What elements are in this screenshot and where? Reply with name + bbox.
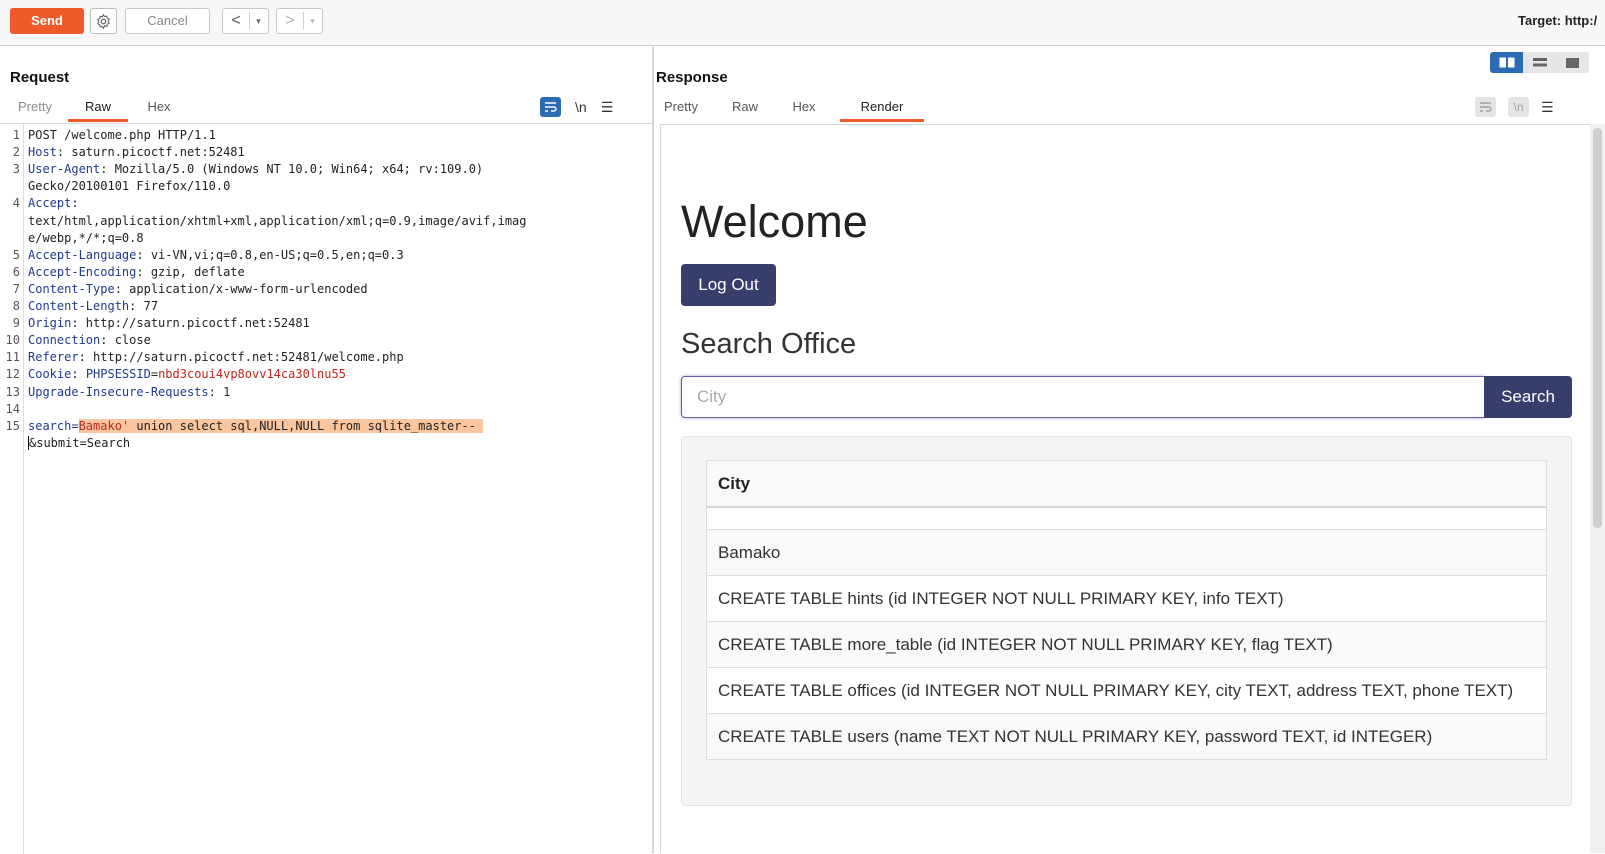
request-line: search=Bamako' union select sql,NULL,NUL… xyxy=(28,418,484,433)
text-cursor xyxy=(28,436,29,451)
request-title: Request xyxy=(10,69,70,86)
request-line: POST /welcome.php HTTP/1.1 xyxy=(28,128,216,142)
back-history-dropdown-icon[interactable]: ▾ xyxy=(249,12,267,30)
line-number: 3 xyxy=(12,162,20,177)
line-number: 11 xyxy=(5,350,20,365)
show-newlines-icon[interactable]: \n xyxy=(1508,97,1529,117)
city-search-input[interactable]: City xyxy=(681,376,1485,418)
response-tab-raw[interactable]: Raw xyxy=(722,97,768,122)
request-line: &submit=Search xyxy=(28,435,131,451)
render-scrollbar[interactable] xyxy=(1590,124,1605,853)
line-number: 4 xyxy=(12,196,20,211)
top-toolbar: Send Cancel < ▾ > ▾ Target: http:/ xyxy=(0,0,1605,46)
request-line: User-Agent: Mozilla/5.0 (Windows NT 10.0… xyxy=(28,162,484,177)
table-row xyxy=(706,508,1547,530)
response-title: Response xyxy=(656,69,728,86)
request-line: Gecko/20100101 Firefox/110.0 xyxy=(28,179,231,194)
line-number: 1 xyxy=(12,128,20,142)
request-line: Origin: http://saturn.picoctf.net:52481 xyxy=(28,316,310,331)
request-pane: Request Pretty Raw Hex \n ☰ 1 2 3 4 5 6 7 8 9 10 1… xyxy=(0,47,654,854)
response-tabs: Pretty Raw Hex Render xyxy=(656,97,924,122)
layout-toggle xyxy=(1490,52,1589,73)
request-view-icons: \n ☰ xyxy=(540,97,613,117)
request-line: Host: saturn.picoctf.net:52481 xyxy=(28,145,245,160)
history-back-group: < ▾ xyxy=(222,8,269,34)
request-line: Content-Length: 77 xyxy=(28,299,159,313)
line-number-gutter: 1 2 3 4 5 6 7 8 9 10 11 12 13 14 15 xyxy=(0,124,24,854)
request-tab-hex[interactable]: Hex xyxy=(136,97,182,122)
request-line: Accept: xyxy=(28,196,86,211)
request-menu-icon[interactable]: ☰ xyxy=(601,99,614,116)
request-line: Cookie: PHPSESSID=nbd3coui4vp8ovv14ca30l… xyxy=(28,367,346,382)
response-tab-pretty[interactable]: Pretty xyxy=(656,97,706,122)
request-editor[interactable]: 1 2 3 4 5 6 7 8 9 10 11 12 13 14 15 POST /welcome.php … xyxy=(0,123,652,854)
gear-icon xyxy=(97,13,110,29)
forward-history-dropdown-icon[interactable]: ▾ xyxy=(303,12,321,30)
table-row: CREATE TABLE offices (id INTEGER NOT NUL… xyxy=(706,668,1547,714)
line-number: 9 xyxy=(12,316,20,331)
line-number: 6 xyxy=(12,264,20,279)
request-line: text/html,application/xhtml+xml,applicat… xyxy=(28,213,527,228)
request-line: Accept-Language: vi-VN,vi;q=0.8,en-US;q=… xyxy=(28,247,404,262)
logout-button[interactable]: Log Out xyxy=(681,264,776,306)
table-row: CREATE TABLE hints (id INTEGER NOT NULL … xyxy=(706,576,1547,622)
line-number: 7 xyxy=(12,281,20,296)
word-wrap-icon[interactable] xyxy=(1475,97,1496,117)
request-line: Content-Type: application/x-www-form-url… xyxy=(28,281,368,296)
line-number: 5 xyxy=(12,247,20,262)
response-menu-icon[interactable]: ☰ xyxy=(1541,99,1554,116)
target-label[interactable]: Target: http:/ xyxy=(1518,13,1597,28)
scrollbar-thumb[interactable] xyxy=(1593,128,1602,528)
request-tabs: Pretty Raw Hex xyxy=(10,97,182,122)
line-number: 10 xyxy=(5,333,20,348)
request-line: Connection: close xyxy=(28,333,151,348)
history-forward-group: > ▾ xyxy=(276,8,323,34)
table-row: CREATE TABLE users (name TEXT NOT NULL P… xyxy=(706,714,1547,760)
injection-payload: Bamako' union select sql,NULL,NULL from … xyxy=(78,418,484,433)
send-button[interactable]: Send xyxy=(10,8,84,34)
settings-gear-button[interactable] xyxy=(90,8,117,34)
line-number: 14 xyxy=(5,401,20,416)
stacked-layout-icon[interactable] xyxy=(1523,52,1556,73)
request-line: Upgrade-Insecure-Requests: 1 xyxy=(28,384,231,399)
line-number: 15 xyxy=(5,418,20,433)
line-number: 8 xyxy=(12,299,20,313)
table-row: CREATE TABLE more_table (id INTEGER NOT … xyxy=(706,622,1547,668)
cancel-button[interactable]: Cancel xyxy=(125,8,210,34)
request-tab-raw[interactable]: Raw xyxy=(68,97,128,122)
single-pane-layout-icon[interactable] xyxy=(1556,52,1589,73)
line-number: 12 xyxy=(5,367,20,382)
response-tab-hex[interactable]: Hex xyxy=(784,97,824,122)
line-number: 2 xyxy=(12,145,20,160)
request-line: Referer: http://saturn.picoctf.net:52481… xyxy=(28,350,404,365)
forward-arrow-button[interactable]: > xyxy=(277,12,303,30)
request-line: Accept-Encoding: gzip, deflate xyxy=(28,264,245,279)
word-wrap-icon[interactable] xyxy=(540,97,561,117)
back-arrow-button[interactable]: < xyxy=(223,12,249,30)
response-view-icons: \n ☰ xyxy=(1475,97,1554,117)
search-button[interactable]: Search xyxy=(1484,376,1572,418)
show-newlines-icon[interactable]: \n xyxy=(575,99,587,115)
request-line: e/webp,*/*;q=0.8 xyxy=(28,230,144,245)
table-header-city: City xyxy=(706,460,1547,508)
search-heading: Search Office xyxy=(681,328,857,360)
line-number: 13 xyxy=(5,384,20,399)
table-row: Bamako xyxy=(706,530,1547,576)
request-tab-pretty[interactable]: Pretty xyxy=(10,97,60,122)
side-by-side-layout-icon[interactable] xyxy=(1490,52,1523,73)
results-table: City Bamako CREATE TABLE hints (id INTEG… xyxy=(706,460,1547,760)
page-heading: Welcome xyxy=(681,196,868,247)
response-tab-render[interactable]: Render xyxy=(840,97,924,122)
